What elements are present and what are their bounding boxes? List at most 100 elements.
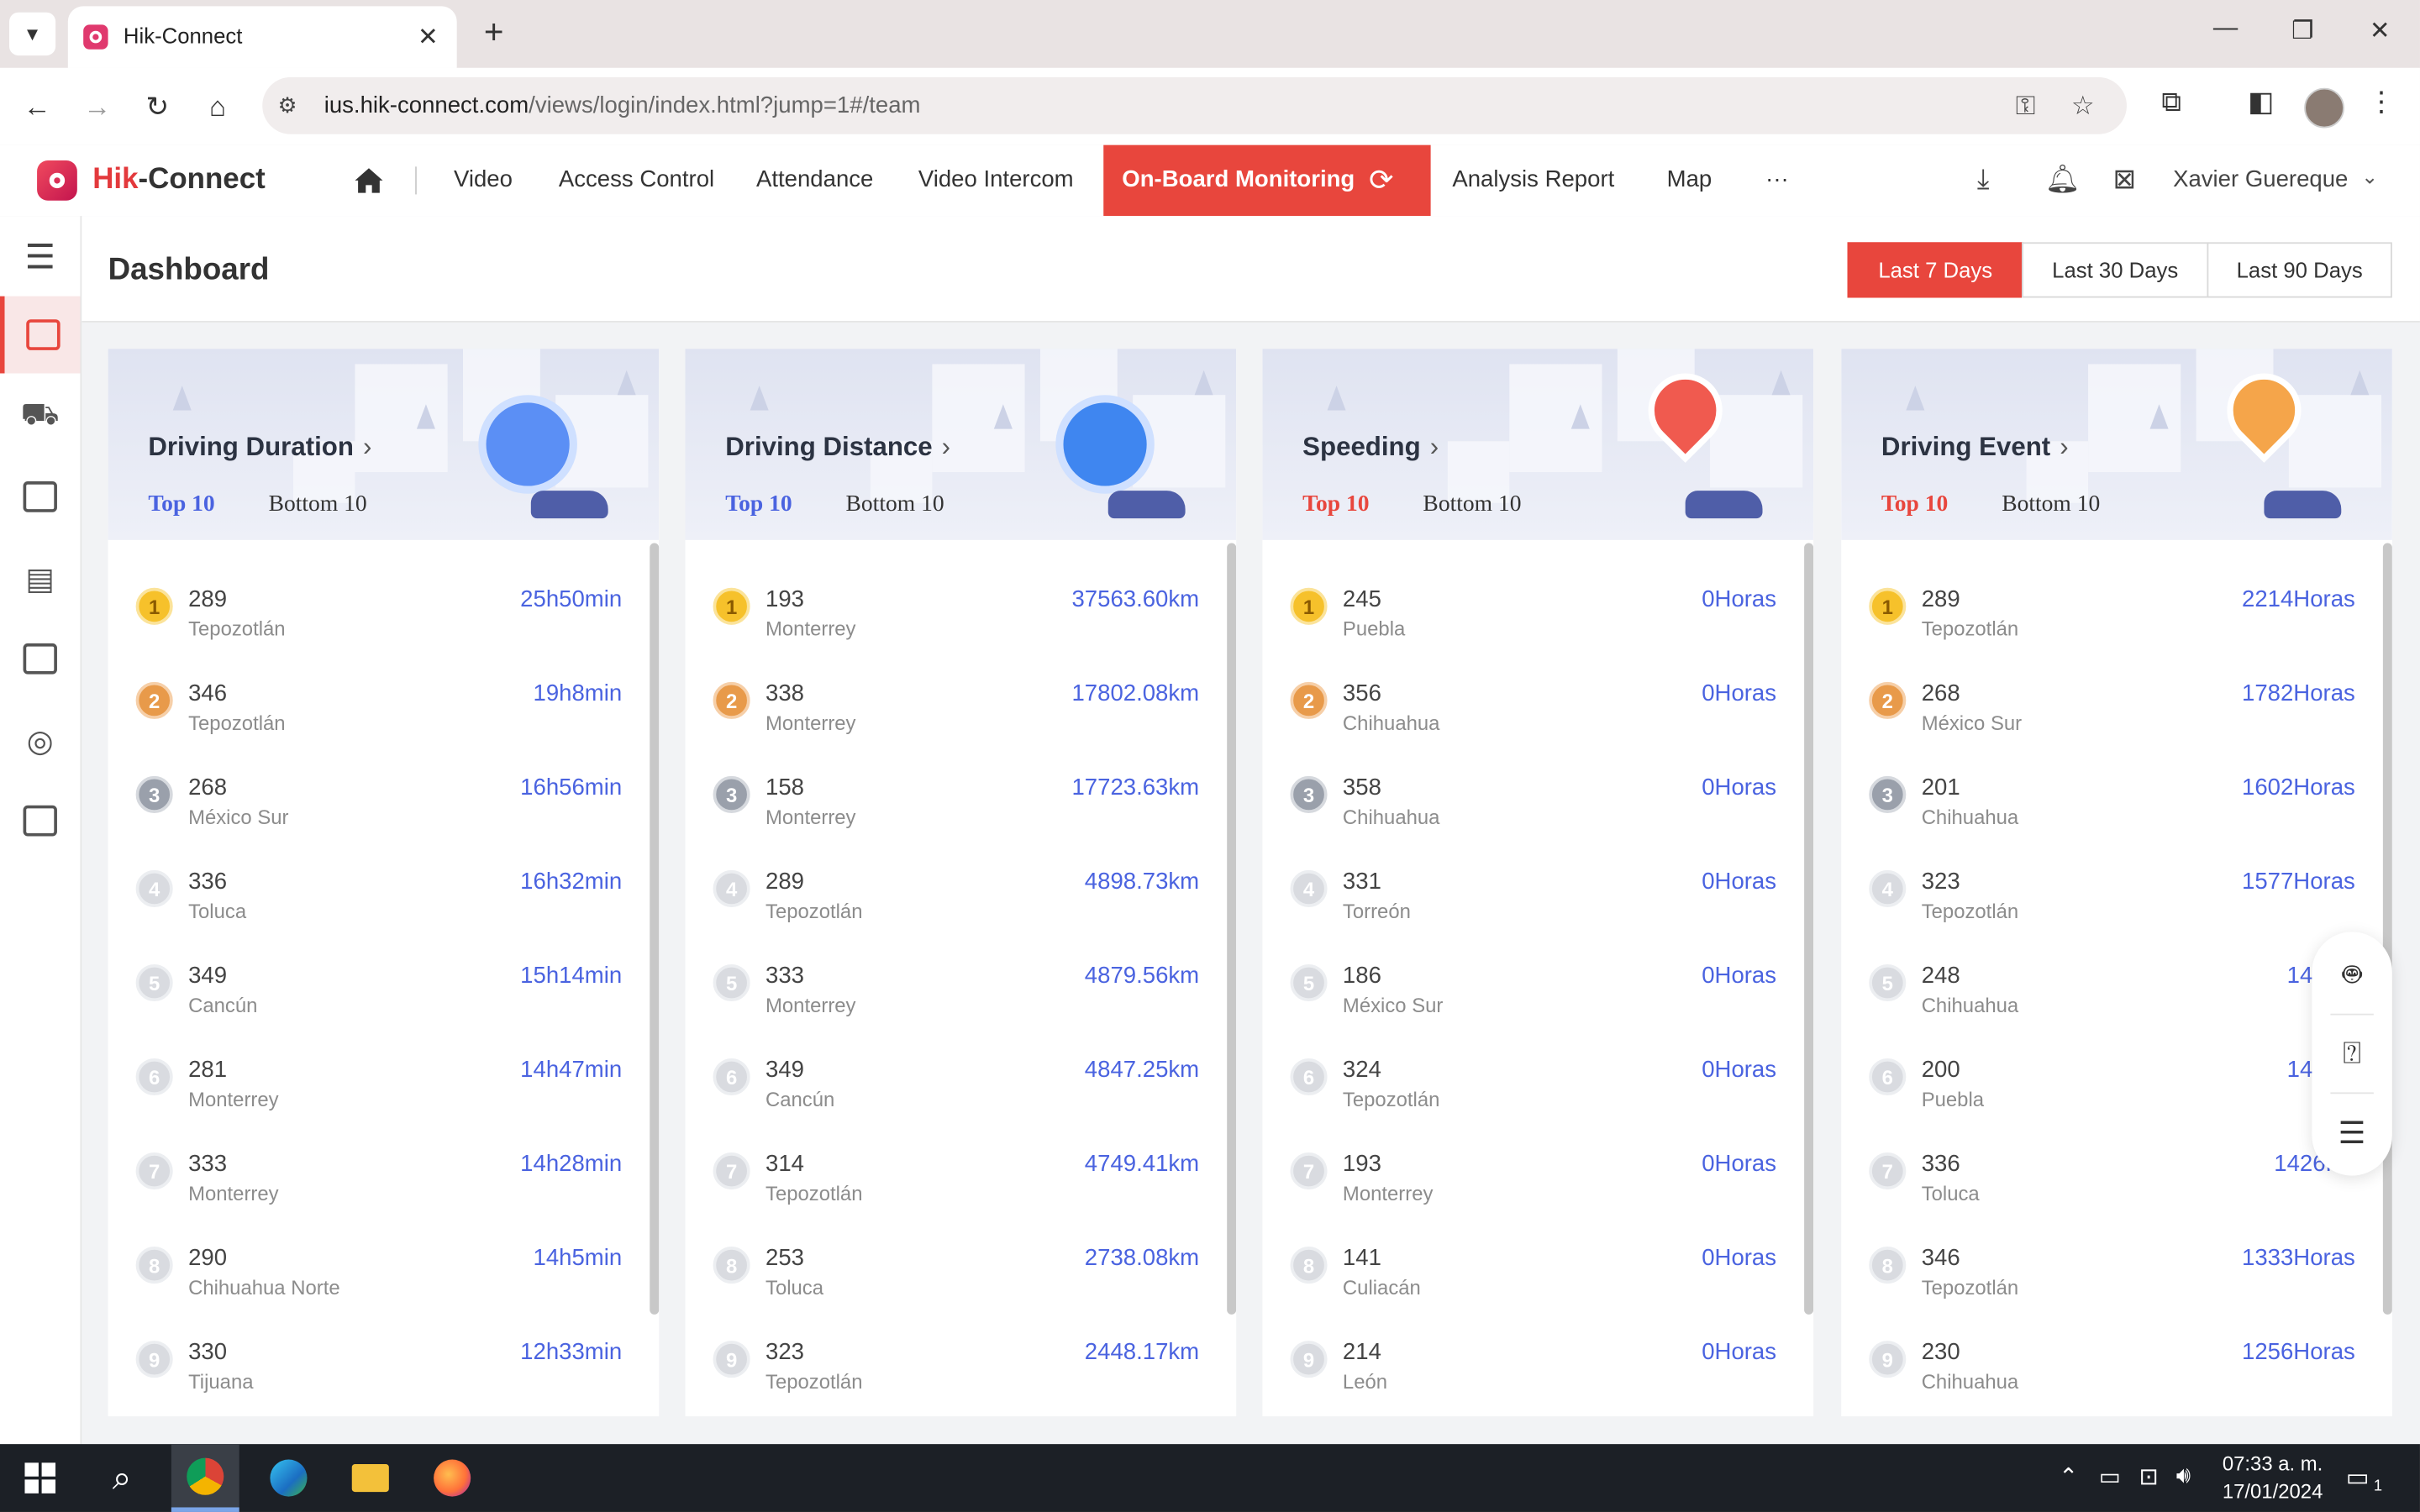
list-item[interactable]: 8 141 Culiacán 0Horas <box>1262 1239 1813 1333</box>
list-item[interactable]: 6 349 Cancún 4847.25km <box>685 1051 1236 1145</box>
notification-center-icon[interactable]: ▭ <box>2346 1462 2370 1494</box>
sidebar-item-reports[interactable]: ▤ <box>0 540 81 617</box>
nav-analysis-report[interactable]: Analysis Report <box>1452 166 1614 192</box>
tab-top-10[interactable]: Top 10 <box>725 492 792 518</box>
battery-icon[interactable]: ▭ <box>2099 1462 2121 1490</box>
tab-top-10[interactable]: Top 10 <box>148 492 214 518</box>
list-item[interactable]: 1 245 Puebla 0Horas <box>1262 580 1813 675</box>
profile-avatar[interactable] <box>2304 87 2344 129</box>
tab-top-10[interactable]: Top 10 <box>1302 492 1369 518</box>
tab-bottom-10[interactable]: Bottom 10 <box>1423 492 1521 518</box>
range-last-90-days-button[interactable]: Last 90 Days <box>2207 242 2392 298</box>
address-bar[interactable]: ⚙ ius.hik-connect.com/views/login/index.… <box>262 76 2127 134</box>
card-title-link[interactable]: Driving Event › <box>1881 432 2069 463</box>
restore-button[interactable]: ❐ <box>2280 15 2326 46</box>
close-window-button[interactable]: ✕ <box>2357 15 2403 46</box>
tab-bottom-10[interactable]: Bottom 10 <box>269 492 367 518</box>
reload-button[interactable]: ↻ <box>137 87 177 127</box>
show-hidden-icons-chevron-icon[interactable]: ⌃ <box>2059 1462 2078 1490</box>
extensions-icon[interactable]: ⧉ <box>2151 87 2191 119</box>
assistant-robot-button[interactable]: 🤖︎ <box>2312 937 2392 1014</box>
nav-video[interactable]: Video <box>454 166 513 192</box>
list-item[interactable]: 1 289 Tepozotlán 2214Horas <box>1841 580 2392 675</box>
chevron-down-icon[interactable]: ⌄ <box>2361 165 2378 190</box>
home-button[interactable]: ⌂ <box>197 87 238 127</box>
taskbar-firefox[interactable] <box>418 1444 487 1512</box>
forward-button[interactable]: → <box>77 87 118 127</box>
range-last-7-days-button[interactable]: Last 7 Days <box>1847 242 2023 298</box>
browser-menu-icon[interactable]: ⋮ <box>2361 87 2402 119</box>
list-item[interactable]: 3 268 México Sur 16h56min <box>108 769 660 863</box>
list-item[interactable]: 2 356 Chihuahua 0Horas <box>1262 675 1813 769</box>
sidebar-item-driving-behavior[interactable]: ◎ <box>0 702 81 780</box>
list-item[interactable]: 3 158 Monterrey 17723.63km <box>685 769 1236 863</box>
card-title-link[interactable]: Driving Duration › <box>148 432 371 463</box>
list-item[interactable]: 7 314 Tepozotlán 4749.41km <box>685 1145 1236 1239</box>
taskbar-search-button[interactable]: ⌕ <box>88 1444 156 1512</box>
help-button[interactable]: ⍰ <box>2312 1016 2392 1093</box>
list-item[interactable]: 6 324 Tepozotlán 0Horas <box>1262 1051 1813 1145</box>
list-item[interactable]: 9 323 Tepozotlán 2448.17km <box>685 1333 1236 1416</box>
list-scrollbar[interactable] <box>2382 543 2392 1315</box>
list-item[interactable]: 3 358 Chihuahua 0Horas <box>1262 769 1813 863</box>
taskbar-edge[interactable] <box>255 1444 323 1512</box>
list-item[interactable]: 4 289 Tepozotlán 4898.73km <box>685 863 1236 957</box>
new-tab-button[interactable]: + <box>476 13 513 53</box>
sidebar-item-map-view[interactable] <box>0 782 81 859</box>
close-tab-icon[interactable]: ✕ <box>418 22 439 53</box>
sidebar-collapse-button[interactable]: ☰ <box>0 219 81 297</box>
nav-access-control[interactable]: Access Control <box>559 166 714 192</box>
task-box-icon[interactable]: ⊠ <box>2112 164 2136 197</box>
bookmark-star-icon[interactable]: ☆ <box>2071 91 2095 122</box>
list-item[interactable]: 4 336 Toluca 16h32min <box>108 863 660 957</box>
list-item[interactable]: 5 349 Cancún 15h14min <box>108 957 660 1051</box>
minimize-button[interactable]: — <box>2202 15 2249 43</box>
taskbar-chrome[interactable] <box>171 1444 239 1512</box>
sidebar-item-bus[interactable] <box>0 458 81 535</box>
list-item[interactable]: 1 289 Tepozotlán 25h50min <box>108 580 660 675</box>
sidebar-item-dashboard[interactable] <box>0 296 81 374</box>
sync-icon[interactable]: ⟳ <box>1369 164 1393 199</box>
list-item[interactable]: 7 336 Toluca 1426Ho <box>1841 1145 2392 1239</box>
range-last-30-days-button[interactable]: Last 30 Days <box>2022 242 2209 298</box>
list-item[interactable]: 8 290 Chihuahua Norte 14h5min <box>108 1239 660 1333</box>
side-panel-icon[interactable]: ◧ <box>2241 87 2281 119</box>
bell-icon[interactable]: 🔔︎ <box>2045 164 2081 197</box>
tab-top-10[interactable]: Top 10 <box>1881 492 1948 518</box>
card-title-link[interactable]: Driving Distance › <box>725 432 950 463</box>
list-item[interactable]: 7 193 Monterrey 0Horas <box>1262 1145 1813 1239</box>
list-scrollbar[interactable] <box>650 543 660 1315</box>
site-info-icon[interactable]: ⚙ <box>278 92 297 118</box>
list-scrollbar[interactable] <box>1804 543 1814 1315</box>
browser-tab-active[interactable]: Hik-Connect ✕ <box>67 6 457 68</box>
download-icon[interactable]: ⤓ <box>1977 164 1990 197</box>
nav-video-intercom[interactable]: Video Intercom <box>918 166 1074 192</box>
password-key-icon[interactable]: ⚿ <box>2016 91 2036 122</box>
list-item[interactable]: 4 323 Tepozotlán 1577Horas <box>1841 863 2392 957</box>
home-icon[interactable] <box>352 164 386 197</box>
taskbar-file-explorer[interactable] <box>336 1444 404 1512</box>
list-item[interactable]: 8 253 Toluca 2738.08km <box>685 1239 1236 1333</box>
user-name[interactable]: Xavier Guereque <box>2173 166 2348 192</box>
list-item[interactable]: 6 281 Monterrey 14h47min <box>108 1051 660 1145</box>
nav-on-board-monitoring[interactable]: On-Board Monitoring ⟳ <box>1103 144 1431 217</box>
list-item[interactable]: 6200Puebla1440H <box>1841 1051 2392 1145</box>
sidebar-item-statistics[interactable] <box>0 620 81 697</box>
list-item[interactable]: 3 201 Chihuahua 1602Horas <box>1841 769 2392 863</box>
list-item[interactable]: 2 268 México Sur 1782Horas <box>1841 675 2392 769</box>
tab-search-button[interactable]: ▼ <box>9 12 56 56</box>
list-item[interactable]: 1 193 Monterrey 37563.60km <box>685 580 1236 675</box>
sidebar-item-vehicles[interactable]: ⛟ <box>0 378 81 455</box>
network-icon[interactable]: ⊡ <box>2139 1462 2159 1490</box>
taskbar-clock[interactable]: 07:33 a. m. 17/01/2024 <box>2223 1450 2323 1505</box>
list-item[interactable]: 4 331 Torreón 0Horas <box>1262 863 1813 957</box>
nav-more[interactable]: ··· <box>1765 166 1789 192</box>
url-text[interactable]: ius.hik-connect.com/views/login/index.ht… <box>324 92 921 118</box>
volume-icon[interactable]: 🔊︎ <box>2176 1462 2191 1488</box>
list-item[interactable]: 9 214 León 0Horas <box>1262 1333 1813 1416</box>
list-item[interactable]: 5 333 Monterrey 4879.56km <box>685 957 1236 1051</box>
list-item[interactable]: 9 230 Chihuahua 1256Horas <box>1841 1333 2392 1416</box>
menu-list-button[interactable]: ☰ <box>2312 1094 2392 1171</box>
list-scrollbar[interactable] <box>1227 543 1237 1315</box>
list-item[interactable]: 9 330 Tijuana 12h33min <box>108 1333 660 1416</box>
